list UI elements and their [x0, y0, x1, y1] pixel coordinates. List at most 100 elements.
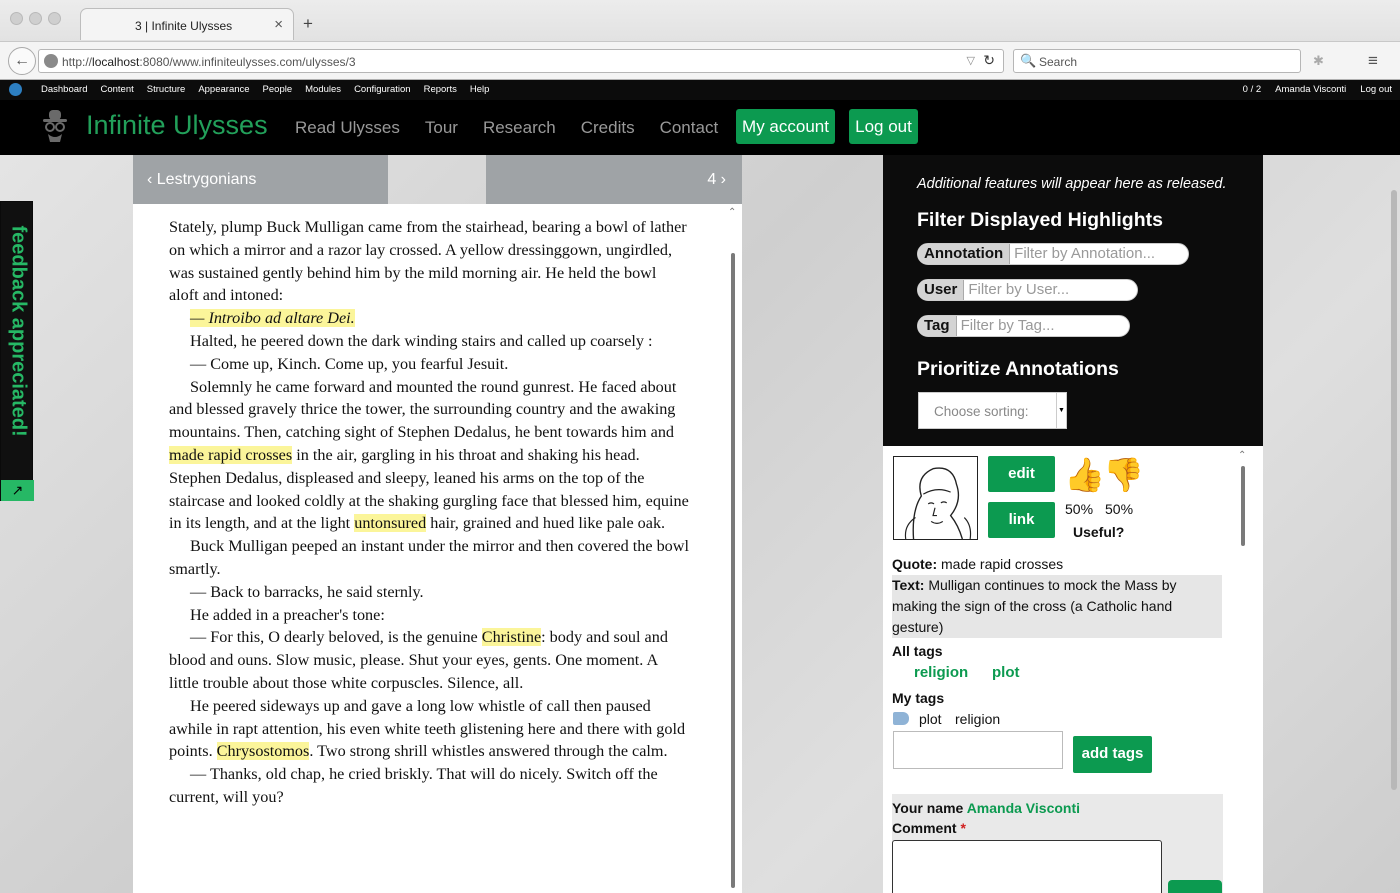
- avatar: [893, 456, 978, 540]
- paragraph: — Thanks, old chap, he cried briskly. Th…: [169, 765, 658, 806]
- paragraph: Halted, he peered down the dark winding …: [190, 331, 653, 350]
- my-account-button[interactable]: My account: [736, 109, 835, 144]
- scroll-up-icon[interactable]: ⌃: [1238, 450, 1246, 461]
- bowler-hat-logo-icon[interactable]: [40, 108, 70, 142]
- admin-item-help[interactable]: Help: [470, 84, 490, 95]
- browser-navbar: ← http://localhost:8080/www.infiniteulys…: [0, 41, 1400, 79]
- highlight-chrysostomos[interactable]: Chrysostomos: [216, 742, 310, 761]
- tag-input[interactable]: [893, 731, 1063, 769]
- user-filter[interactable]: User Filter by User...: [917, 279, 1138, 301]
- thumbs-up-icon[interactable]: 👍: [1064, 456, 1105, 495]
- tag-filter[interactable]: Tag Filter by Tag...: [917, 315, 1130, 337]
- highlight-made-rapid-crosses[interactable]: made rapid crosses: [169, 445, 293, 464]
- browser-tab[interactable]: 3 | Infinite Ulysses ×: [80, 8, 294, 40]
- feedback-tab[interactable]: feedback appreciated! ↗: [0, 201, 34, 501]
- submit-comment-button[interactable]: [1168, 880, 1222, 893]
- window-zoom-button[interactable]: [48, 12, 61, 25]
- scrollbar-thumb[interactable]: [731, 253, 735, 888]
- paragraph: — Introibo ad altare Dei.: [169, 307, 689, 330]
- admin-item-people[interactable]: People: [263, 84, 293, 95]
- text-label: Text:: [892, 577, 925, 593]
- previous-chapter-link[interactable]: ‹ Lestrygonians: [133, 155, 388, 204]
- reader-scrollbar[interactable]: ⌃: [728, 207, 738, 888]
- tag-link-plot[interactable]: plot: [992, 664, 1020, 681]
- link-button[interactable]: link: [988, 502, 1055, 538]
- nav-tour[interactable]: Tour: [425, 118, 458, 138]
- online-user-counter: 0 / 2: [1242, 84, 1262, 95]
- tag-link-religion[interactable]: religion: [914, 664, 968, 681]
- nav-research[interactable]: Research: [483, 118, 556, 138]
- url-dropdown-icon[interactable]: ▽: [967, 54, 975, 67]
- sorting-select[interactable]: Choose sorting: ▼: [918, 392, 1067, 429]
- scrollbar-thumb[interactable]: [1391, 190, 1397, 790]
- site-header: Infinite Ulysses Read Ulysses Tour Resea…: [0, 100, 1400, 155]
- filter-input[interactable]: Filter by User...: [964, 280, 1069, 300]
- drupal-icon[interactable]: [9, 83, 22, 96]
- comment-form: Your name Amanda Visconti Comment *: [892, 794, 1223, 893]
- admin-item-content[interactable]: Content: [100, 84, 133, 95]
- scrollbar-thumb[interactable]: [1241, 466, 1245, 546]
- site-name[interactable]: Infinite Ulysses: [86, 110, 268, 141]
- back-button[interactable]: ←: [8, 47, 36, 75]
- nav-read-ulysses[interactable]: Read Ulysses: [295, 118, 400, 138]
- highlight-christine[interactable]: Christine: [481, 628, 542, 647]
- menu-icon[interactable]: ≡: [1368, 51, 1378, 71]
- log-out-button[interactable]: Log out: [849, 109, 918, 144]
- search-placeholder: Search: [1039, 55, 1078, 69]
- browser-search-input[interactable]: 🔍 Search: [1013, 49, 1301, 73]
- text-span: hair, grained and hued like pale oak.: [426, 514, 666, 533]
- paragraph: He peered sideways up and gave a long lo…: [169, 695, 689, 763]
- highlight-introibo[interactable]: — Introibo ad altare Dei.: [190, 309, 355, 328]
- filter-label: User: [918, 280, 965, 300]
- reload-icon[interactable]: ↻: [983, 52, 995, 69]
- admin-user-link[interactable]: Amanda Visconti: [1275, 84, 1346, 95]
- window-scrollbar[interactable]: [1388, 155, 1400, 893]
- scroll-up-icon[interactable]: ⌃: [728, 207, 736, 218]
- nav-credits[interactable]: Credits: [581, 118, 635, 138]
- quote-text: made rapid crosses: [941, 556, 1064, 572]
- search-icon: 🔍: [1020, 53, 1037, 68]
- admin-item-appearance[interactable]: Appearance: [198, 84, 249, 95]
- nav-contact[interactable]: Contact: [660, 118, 719, 138]
- text-span: — For this, O dearly beloved, is the gen…: [190, 628, 482, 647]
- admin-item-structure[interactable]: Structure: [147, 84, 186, 95]
- comment-textarea[interactable]: [892, 840, 1162, 893]
- my-tag-plot[interactable]: plot: [919, 711, 942, 727]
- all-tags-label: All tags: [892, 643, 943, 659]
- extension-icon[interactable]: ✱: [1313, 53, 1324, 69]
- new-tab-button[interactable]: +: [303, 14, 313, 34]
- annotation-filter[interactable]: Annotation Filter by Annotation...: [917, 243, 1189, 265]
- filter-input[interactable]: Filter by Annotation...: [1010, 244, 1155, 264]
- text-span: Solemnly he came forward and mounted the…: [169, 377, 677, 442]
- tag-icon: [893, 712, 909, 725]
- admin-item-reports[interactable]: Reports: [424, 84, 457, 95]
- highlight-untonsured[interactable]: untonsured: [354, 514, 427, 533]
- admin-logout-link[interactable]: Log out: [1360, 84, 1392, 95]
- url-bar[interactable]: http://localhost:8080/www.infiniteulysse…: [38, 49, 1004, 73]
- paragraph: — Back to barracks, he said sternly.: [190, 582, 424, 601]
- thumbs-down-icon[interactable]: 👎: [1103, 456, 1144, 495]
- filter-input[interactable]: Filter by Tag...: [957, 316, 1055, 336]
- annotation-card: edit link 👍 👎 50% 50% Useful? Quote: mad…: [883, 446, 1263, 893]
- arrow-cursor-icon: ↗: [1, 480, 34, 501]
- add-tags-button[interactable]: add tags: [1073, 736, 1152, 773]
- edit-button[interactable]: edit: [988, 456, 1055, 492]
- browser-chrome: 3 | Infinite Ulysses × + ← http://localh…: [0, 0, 1400, 80]
- features-note: Additional features will appear here as …: [917, 176, 1227, 192]
- filter-label: Annotation: [918, 244, 1011, 264]
- url-prefix: http://: [62, 55, 93, 69]
- admin-item-dashboard[interactable]: Dashboard: [41, 84, 87, 95]
- admin-item-modules[interactable]: Modules: [305, 84, 341, 95]
- useful-label: Useful?: [1073, 524, 1125, 540]
- url-rest: :8080/www.infiniteulysses.com/ulysses/3: [139, 55, 356, 69]
- annotation-scrollbar[interactable]: ⌃: [1238, 450, 1248, 554]
- required-marker: *: [960, 820, 966, 836]
- window-close-button[interactable]: [10, 12, 23, 25]
- admin-item-configuration[interactable]: Configuration: [354, 84, 411, 95]
- window-minimize-button[interactable]: [29, 12, 42, 25]
- my-tag-religion[interactable]: religion: [955, 711, 1000, 727]
- filter-panel: Additional features will appear here as …: [883, 155, 1263, 446]
- your-name-row: Your name Amanda Visconti: [892, 800, 1080, 816]
- tab-close-icon[interactable]: ×: [274, 16, 283, 33]
- next-chapter-link[interactable]: 4 ›: [486, 155, 742, 204]
